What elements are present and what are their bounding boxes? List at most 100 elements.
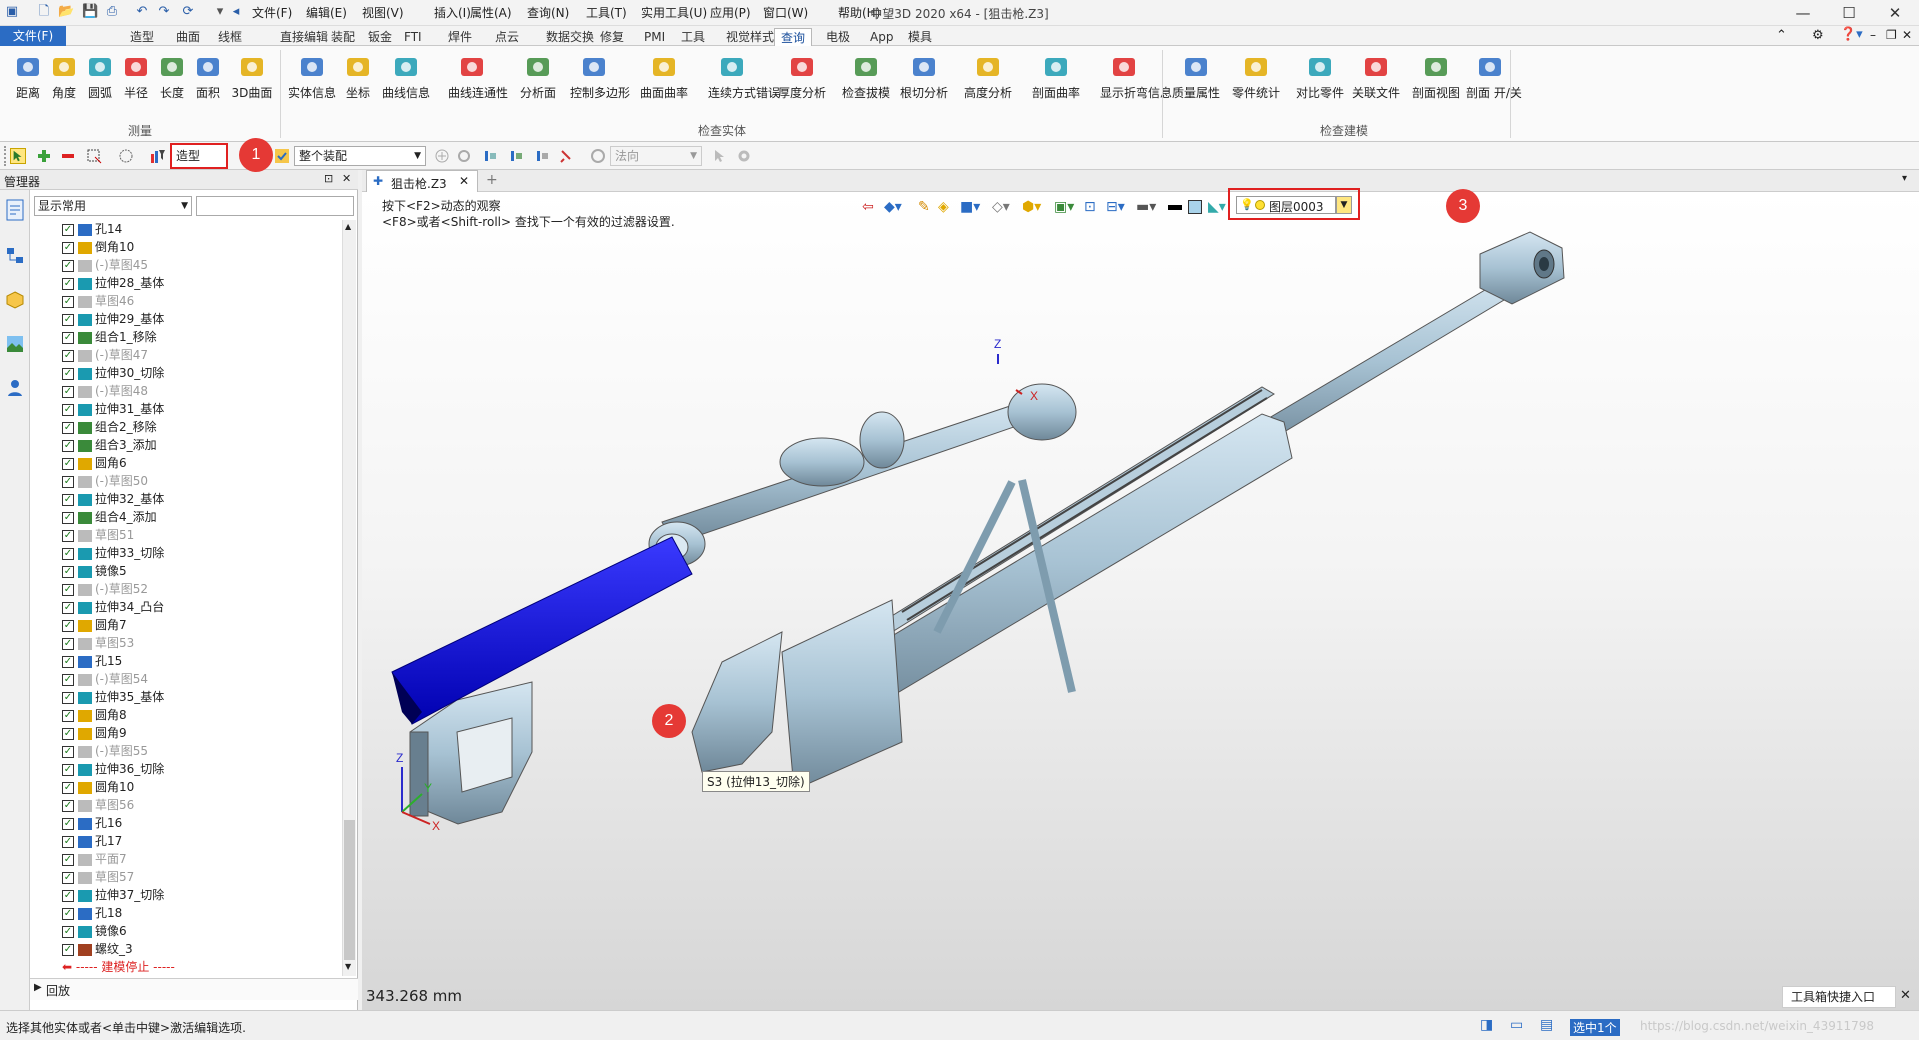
tree-checkbox[interactable]: ✓: [62, 367, 74, 380]
window-restore-icon[interactable]: ❐: [1886, 28, 1897, 42]
tree-item[interactable]: ✓ (-)草图47: [62, 346, 342, 364]
tree-checkbox[interactable]: ✓: [62, 619, 74, 632]
tree-checkbox[interactable]: ✓: [62, 835, 74, 848]
expand-arrow-icon[interactable]: ▶: [34, 982, 42, 993]
direction-dropdown[interactable]: 法向 ▼: [610, 146, 702, 166]
ribbon-measure-buttons-6[interactable]: 3D曲面: [228, 52, 276, 100]
layer-filter-2-icon[interactable]: [508, 148, 524, 164]
tree-item[interactable]: ✓ 拉伸33_切除: [62, 544, 342, 562]
add-plus-icon[interactable]: [36, 148, 52, 164]
tree-checkbox[interactable]: ✓: [62, 763, 74, 776]
tab-3[interactable]: 线框: [212, 28, 248, 46]
select-arrow-icon[interactable]: [10, 148, 26, 164]
maximize-button[interactable]: ☐: [1826, 0, 1872, 26]
tab-8[interactable]: 焊件: [442, 28, 478, 46]
assembly-manager-icon[interactable]: [5, 246, 25, 266]
filter-icon[interactable]: [150, 148, 166, 164]
tree-checkbox[interactable]: ✓: [62, 421, 74, 434]
user-manager-icon[interactable]: [5, 378, 25, 398]
remove-minus-icon[interactable]: [60, 148, 76, 164]
toolbox-entry[interactable]: 工具箱快捷入口: [1782, 986, 1896, 1008]
sniper-rifle-model[interactable]: Z X Z Y X: [362, 192, 1919, 1010]
tree-checkbox[interactable]: ✓: [62, 727, 74, 740]
ribbon-check-solid_buttons-6[interactable]: 曲面曲率: [640, 52, 688, 100]
close-button[interactable]: ✕: [1872, 0, 1918, 26]
ribbon-check-solid_buttons-5[interactable]: 控制多边形: [570, 52, 630, 100]
ribbon-check-solid_buttons-10[interactable]: 根切分析: [900, 52, 948, 100]
tab-list-icon[interactable]: ▾: [1902, 173, 1907, 184]
tree-item[interactable]: ✓ 草图57: [62, 868, 342, 886]
tree-checkbox[interactable]: ✓: [62, 799, 74, 812]
gear-disabled-icon[interactable]: [456, 148, 472, 164]
tree-checkbox[interactable]: ✓: [62, 313, 74, 326]
tree-item[interactable]: ✓ 圆角8: [62, 706, 342, 724]
status-monitor-icon[interactable]: ▭: [1510, 1017, 1523, 1033]
tree-item[interactable]: ✓ (-)草图45: [62, 256, 342, 274]
rifle-barrel[interactable]: [1241, 231, 1565, 451]
close-tab-icon[interactable]: ✕: [459, 174, 469, 188]
close-panel-icon[interactable]: ✕: [342, 172, 351, 185]
history-manager-icon[interactable]: [5, 198, 25, 222]
tab-17[interactable]: App: [864, 28, 899, 46]
tree-item[interactable]: ✓ 组合3_添加: [62, 436, 342, 454]
assembly-icon[interactable]: [274, 148, 290, 164]
tree-item[interactable]: ✓ (-)草图54: [62, 670, 342, 688]
model-canvas[interactable]: 按下<F2>动态的观察 <F8>或者<Shift-roll> 查找下一个有效的过…: [362, 188, 1919, 1010]
tree-checkbox[interactable]: ✓: [62, 745, 74, 758]
ribbon-check-solid_buttons-0[interactable]: 实体信息: [288, 52, 336, 100]
tab-15[interactable]: 查询: [774, 28, 813, 46]
minimize-button[interactable]: —: [1780, 0, 1826, 26]
tree-item[interactable]: ✓ 拉伸31_基体: [62, 400, 342, 418]
tree-item[interactable]: ✓ 镜像5: [62, 562, 342, 580]
ribbon-check-solid_buttons-1[interactable]: 坐标: [334, 52, 382, 100]
ribbon-check-solid_buttons-3[interactable]: 曲线连通性: [448, 52, 508, 100]
tree-item[interactable]: ✓ 拉伸35_基体: [62, 688, 342, 706]
scroll-up-icon[interactable]: ▲: [345, 222, 351, 231]
tree-item[interactable]: ✓ 孔18: [62, 904, 342, 922]
tree-checkbox[interactable]: ✓: [62, 403, 74, 416]
tree-item[interactable]: ✓ 组合4_添加: [62, 508, 342, 526]
assembly-scope-dropdown[interactable]: 整个装配 ▼: [294, 146, 426, 166]
tree-checkbox[interactable]: ✓: [62, 601, 74, 614]
tree-item[interactable]: ✓ 拉伸30_切除: [62, 364, 342, 382]
tree-item[interactable]: ✓ 草图53: [62, 634, 342, 652]
tab-1[interactable]: 造型: [124, 28, 160, 46]
tree-checkbox[interactable]: ✓: [62, 331, 74, 344]
lasso-select-icon[interactable]: [118, 148, 134, 164]
tree-item[interactable]: ✓ 拉伸32_基体: [62, 490, 342, 508]
tab-16[interactable]: 电极: [820, 28, 856, 46]
tree-checkbox[interactable]: ✓: [62, 475, 74, 488]
pin-panel-icon[interactable]: ⊡: [324, 172, 333, 185]
tree-checkbox[interactable]: ✓: [62, 853, 74, 866]
settings-gear-icon[interactable]: ⚙: [1812, 28, 1824, 43]
tree-checkbox[interactable]: ✓: [62, 943, 74, 956]
tree-checkbox[interactable]: ✓: [62, 295, 74, 308]
tree-scrollbar[interactable]: ▲ ▼: [342, 220, 356, 976]
tree-item[interactable]: ✓ 镜像6: [62, 922, 342, 940]
ribbon-check-solid_buttons-8[interactable]: 厚度分析: [778, 52, 826, 100]
ribbon-check-solid_buttons-2[interactable]: 曲线信息: [382, 52, 430, 100]
tree-item[interactable]: ✓ 圆角6: [62, 454, 342, 472]
tree-checkbox[interactable]: ✓: [62, 925, 74, 938]
tree-item[interactable]: ✓ 草图46: [62, 292, 342, 310]
tree-checkbox[interactable]: ✓: [62, 655, 74, 668]
tab-10[interactable]: 数据交换: [540, 28, 600, 46]
ribbon-check-solid_buttons-11[interactable]: 高度分析: [964, 52, 1012, 100]
manager-search-input[interactable]: [196, 196, 354, 216]
ribbon-check-model_buttons-2[interactable]: 对比零件: [1296, 52, 1344, 100]
tree-checkbox[interactable]: ✓: [62, 907, 74, 920]
model-stop-marker[interactable]: ⬅ ----- 建模停止 -----: [62, 958, 342, 976]
tree-checkbox[interactable]: ✓: [62, 709, 74, 722]
collapse-ribbon-icon[interactable]: ⌃: [1776, 28, 1787, 43]
layer-filter-3-icon[interactable]: [534, 148, 550, 164]
layer-filter-1-icon[interactable]: [482, 148, 498, 164]
tree-checkbox[interactable]: ✓: [62, 889, 74, 902]
tree-checkbox[interactable]: ✓: [62, 583, 74, 596]
tree-item[interactable]: ✓ 圆角9: [62, 724, 342, 742]
ribbon-check-model_buttons-5[interactable]: 剖面 开/关: [1466, 52, 1522, 100]
ribbon-check-solid_buttons-7[interactable]: 连续方式错误: [708, 52, 780, 100]
rifle-magazine[interactable]: [781, 599, 903, 791]
tree-checkbox[interactable]: ✓: [62, 529, 74, 542]
help-icon[interactable]: ❓▾: [1840, 27, 1863, 42]
tab-18[interactable]: 模具: [902, 28, 938, 46]
